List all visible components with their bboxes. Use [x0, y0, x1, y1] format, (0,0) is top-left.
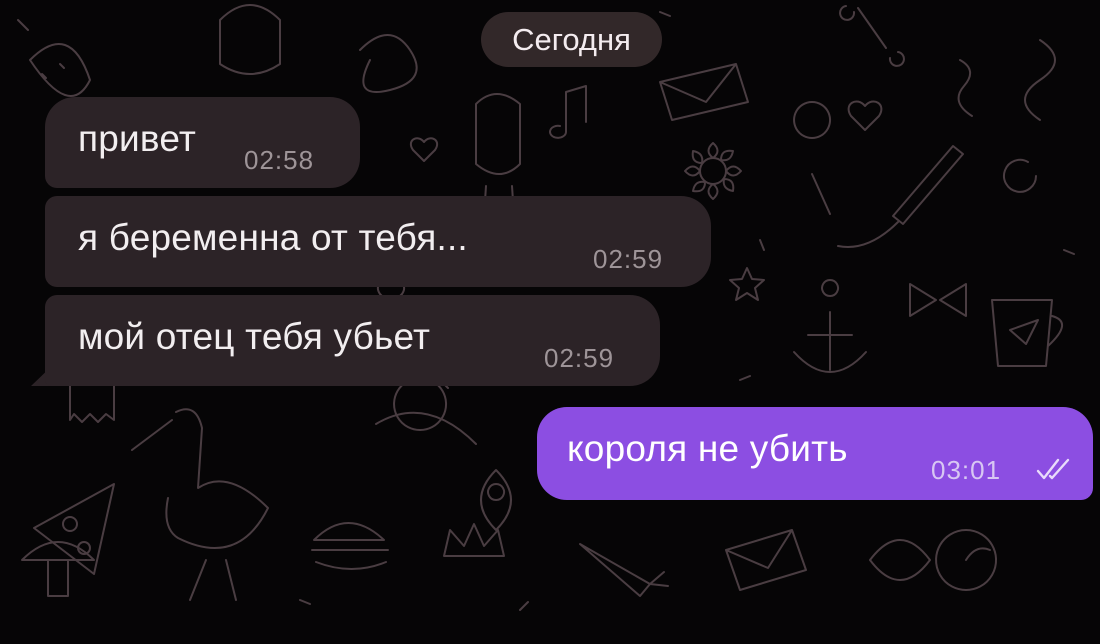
wallpaper-envelope-icon: [659, 63, 749, 121]
wallpaper-lollipop-icon: [793, 101, 832, 215]
message-time: 03:01: [931, 455, 1002, 485]
wallpaper-anchor-icon: [793, 279, 867, 373]
wallpaper-stork-icon: [131, 408, 269, 601]
message-time: 02:59: [544, 343, 615, 373]
outgoing-message[interactable]: короля не убить 03:01: [537, 407, 1093, 500]
wallpaper-heart-icon: [847, 100, 883, 131]
wallpaper-mushroom-icon: [21, 541, 95, 597]
wallpaper-mug-icon: [991, 299, 1063, 367]
wallpaper-firework-icon: [837, 145, 964, 248]
message-text: я беременна от тебя...: [78, 217, 468, 258]
wallpaper-carrot-icon: [579, 543, 669, 597]
wallpaper-flower-petals: [684, 142, 742, 200]
wallpaper-planet-icon: [375, 377, 477, 445]
wallpaper-envelope-icon: [725, 529, 807, 591]
wallpaper-peach-icon: [935, 529, 997, 591]
wallpaper-heart-icon: [409, 137, 439, 162]
double-check-icon: [1036, 458, 1070, 480]
wallpaper-bow-icon: [909, 283, 967, 317]
wallpaper-flower-icon: [699, 157, 727, 185]
wallpaper-flame-icon: [869, 539, 931, 581]
incoming-message[interactable]: привет 02:58: [45, 97, 360, 188]
wallpaper-cat-icon: [219, 4, 281, 75]
message-text: привет: [78, 118, 197, 159]
date-separator: Сегодня: [481, 12, 662, 67]
wallpaper-star-icon: [729, 267, 765, 301]
incoming-message[interactable]: мой отец тебя убьет 02:59: [45, 295, 660, 386]
wallpaper-music-note-icon: [549, 85, 587, 139]
wallpaper-avocado-icon: [480, 469, 512, 531]
message-text: мой отец тебя убьет: [78, 316, 431, 357]
wallpaper-burger-icon: [311, 522, 389, 570]
incoming-message[interactable]: я беременна от тебя... 02:59: [45, 196, 711, 287]
message-time: 02:58: [244, 145, 315, 175]
message-time: 02:59: [593, 244, 664, 274]
wallpaper-bone-icon: [839, 5, 905, 67]
message-text: короля не убить: [567, 428, 848, 469]
wallpaper-squiggle: [957, 39, 1056, 121]
chat-window: Сегодня привет 02:58 я беременна от тебя…: [0, 0, 1100, 644]
wallpaper-fruit-icon: [29, 43, 91, 97]
